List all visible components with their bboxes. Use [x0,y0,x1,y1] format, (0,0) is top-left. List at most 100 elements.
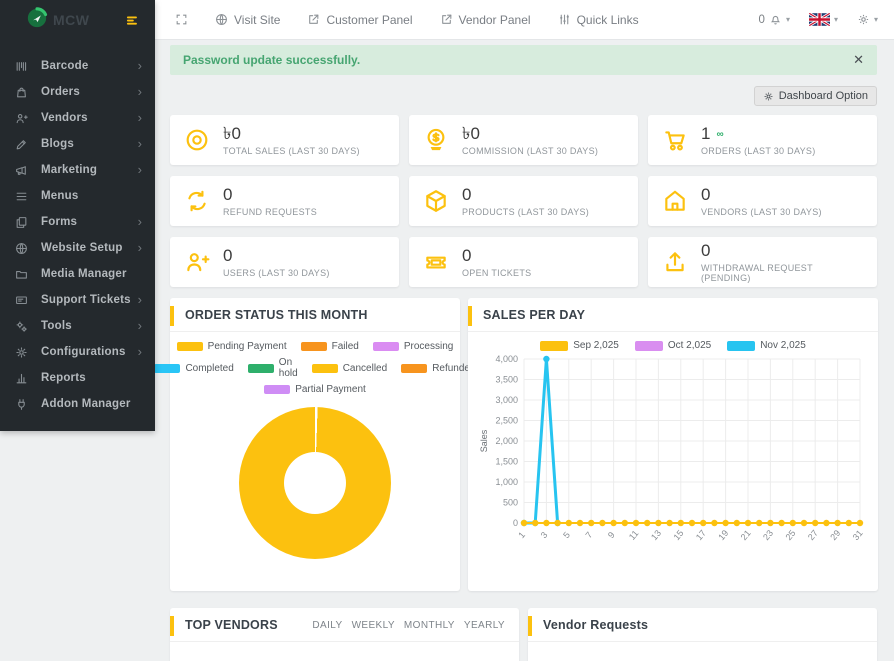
stat-value: 0 [462,246,472,266]
legend-item-nov-2-025[interactable]: Nov 2,025 [727,340,806,351]
top-vendors-tab-monthly[interactable]: MONTHLY [404,620,455,631]
sidebar-item-barcode[interactable]: Barcode › [0,53,155,79]
legend-label: On hold [278,357,298,379]
pencil-icon [15,138,30,151]
svg-text:0: 0 [513,518,518,528]
order-status-donut-chart [239,407,391,559]
legend-swatch [154,363,181,373]
bottom-row: TOP VENDORS DAILY WEEKLY MONTHLY YEARLY No … [170,608,877,661]
legend-item-oct-2-025[interactable]: Oct 2,025 [634,340,711,351]
topbar-link-vendor-panel[interactable]: Vendor Panel [440,13,531,27]
legend-item-refunded[interactable]: Refunded [401,357,476,379]
topbar-link-quick-links[interactable]: Quick Links [558,13,639,27]
chevron-right-icon: › [137,213,142,229]
vendor-requests-title: Vendor Requests [543,618,649,632]
svg-text:23: 23 [761,528,775,542]
chevron-right-icon: › [137,57,142,73]
legend-item-failed[interactable]: Failed [300,341,359,352]
legend-label: Failed [331,341,359,352]
top-vendors-title: TOP VENDORS [185,618,278,632]
sidebar-item-forms[interactable]: Forms › [0,209,155,235]
svg-text:9: 9 [606,530,617,540]
cog-icon [15,346,30,359]
upload-icon [662,249,688,275]
globe-icon [15,242,30,255]
dashboard-option-button[interactable]: Dashboard Option [753,86,877,106]
sidebar-item-label: Orders [41,86,80,98]
notifications-menu[interactable]: 0 ▾ [759,13,790,26]
dashboard-option-label: Dashboard Option [778,90,868,102]
stat-card-total-sales: ৳0 TOTAL SALES (LAST 30 DAYS) [170,115,399,165]
stat-label: VENDORS (LAST 30 DAYS) [701,206,822,217]
sales-line-chart: 0 500 1,000 1,500 2,000 2,500 3,000 3,500 4,000 1… [468,351,878,568]
legend-item-on-hold[interactable]: On hold [247,357,298,379]
legend-label: Nov 2,025 [760,340,806,351]
close-icon[interactable]: ✕ [853,52,864,68]
chevron-right-icon: › [137,83,142,99]
app-logo[interactable]: MCW [26,6,90,34]
sidebar-item-configurations[interactable]: Configurations › [0,339,155,365]
topbar-links: Visit Site Customer Panel Vendor Panel Quic… [175,13,759,27]
language-menu[interactable]: ▾ [808,13,838,26]
sidebar-item-media-manager[interactable]: Media Manager [0,261,155,287]
sales-per-day-card: SALES PER DAY Sep 2,025 Oct 2,025 Nov 2,02… [468,298,878,591]
legend-swatch [264,385,291,394]
top-vendors-tab-weekly[interactable]: WEEKLY [352,620,395,631]
svg-text:31: 31 [851,528,865,542]
sidebar-item-vendors[interactable]: Vendors › [0,105,155,131]
legend-swatch [311,363,338,373]
topbar-link-visit-site[interactable]: Visit Site [215,13,280,27]
fullscreen-icon[interactable] [175,13,188,26]
barcode-icon [15,60,30,73]
top-vendors-tab-daily[interactable]: DAILY [312,620,342,631]
sidebar-item-menus[interactable]: Menus [0,183,155,209]
admin-dashboard: MCW Barcode › Orders › Vendors › Blogs › Marketi… [0,0,894,661]
svg-text:500: 500 [503,498,518,508]
svg-text:1: 1 [516,530,527,540]
stat-card-users: 0 USERS (LAST 30 DAYS) [170,237,399,287]
vendor-requests-header: Vendor Requests [528,608,877,642]
sidebar-item-support-tickets[interactable]: Support Tickets › [0,287,155,313]
chevron-down-icon: ▾ [833,15,838,24]
top-vendors-tabs: DAILY WEEKLY MONTHLY YEARLY [312,620,505,631]
gear-icon [857,13,870,26]
top-vendors-tab-yearly[interactable]: YEARLY [464,620,505,631]
stat-value: 0 [701,185,711,205]
legend-item-processing[interactable]: Processing [372,341,453,352]
stat-trend-badge: ∞ [716,129,724,141]
sidebar-item-label: Support Tickets [41,294,131,306]
sidebar-item-label: Menus [41,190,79,202]
sidebar-item-blogs[interactable]: Blogs › [0,131,155,157]
plug-icon [15,398,30,411]
legend-item-completed[interactable]: Completed [154,357,234,379]
sidebar-item-website-setup[interactable]: Website Setup › [0,235,155,261]
stat-card-refund-requests: 0 REFUND REQUESTS [170,176,399,226]
sidebar-item-addon-manager[interactable]: Addon Manager [0,391,155,417]
svg-text:25: 25 [783,528,797,542]
topbar-link-customer-panel[interactable]: Customer Panel [307,13,413,27]
sidebar-item-label: Website Setup [41,242,123,254]
legend-swatch [300,342,327,351]
sidebar-item-reports[interactable]: Reports [0,365,155,391]
stat-card-withdrawal-request: 0 WITHDRAWAL REQUEST (PENDING) [648,237,877,287]
settings-menu[interactable]: ▾ [857,13,878,26]
stat-label: COMMISSION (LAST 30 DAYS) [462,145,599,156]
legend-item-pending-payment[interactable]: Pending Payment [176,341,287,352]
chart-bar-icon [15,372,30,385]
sidebar-toggle-icon[interactable] [126,13,141,28]
sidebar-item-orders[interactable]: Orders › [0,79,155,105]
globe-icon [215,13,228,26]
topbar-link-list: Visit Site Customer Panel Vendor Panel Quic… [215,13,639,27]
external-link-icon [440,13,453,26]
legend-item-sep-2-025[interactable]: Sep 2,025 [540,340,619,351]
legend-item-cancelled[interactable]: Cancelled [311,357,387,379]
svg-text:2,500: 2,500 [495,416,518,426]
legend-item-partial-payment[interactable]: Partial Payment [264,384,366,395]
sidebar-item-marketing[interactable]: Marketing › [0,157,155,183]
topbar-link-label: Vendor Panel [458,12,531,27]
stat-value: 1 ∞ [701,124,724,144]
dollar-icon [423,127,449,153]
sidebar-item-label: Vendors [41,112,88,124]
sidebar-item-tools[interactable]: Tools › [0,313,155,339]
